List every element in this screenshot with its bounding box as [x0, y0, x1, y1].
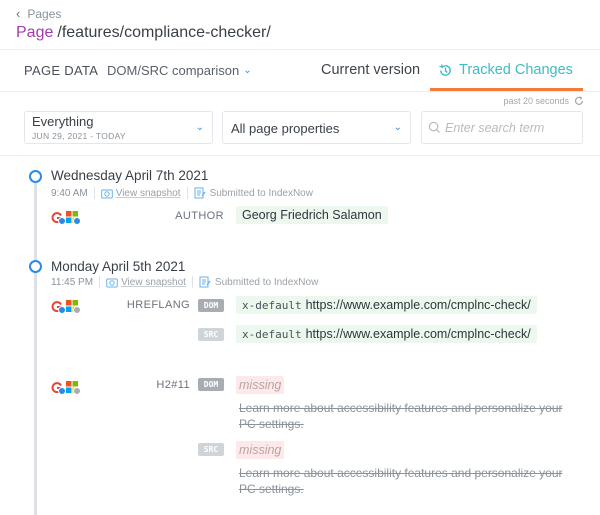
entry-date: Wednesday April 7th 2021	[51, 168, 209, 183]
property-name: AUTHOR	[175, 210, 224, 222]
hreflang-code: x-default	[242, 299, 302, 312]
src-tag: SRC	[198, 328, 224, 341]
indexnow-status: Submitted to IndexNow	[214, 276, 319, 288]
property-name: H2#11	[156, 379, 190, 391]
mode-dropdown[interactable]: DOM/SRC comparison ⌄	[107, 63, 252, 78]
page-title-prefix: Page	[16, 24, 54, 41]
check-badge-icon	[58, 217, 66, 225]
tab-tracked-label: Tracked Changes	[459, 62, 573, 78]
missing-value: missing	[236, 376, 285, 394]
timeline-dot	[29, 260, 42, 273]
pending-badge-icon	[73, 387, 81, 395]
date-range-value: Everything	[32, 114, 94, 129]
dom-tag: DOM	[198, 378, 224, 391]
entry-meta: 9:40 AM View snapshot Submitted to Index…	[51, 187, 313, 199]
refresh-status[interactable]: past 20 seconds	[503, 96, 584, 106]
properties-select[interactable]: All page properties ⌄	[222, 111, 411, 144]
indexnow-icon	[194, 187, 206, 199]
date-range-sub: JUN 29, 2021 - TODAY	[32, 131, 126, 141]
check-badge-icon	[58, 387, 66, 395]
bing-icon	[66, 380, 81, 395]
google-icon	[51, 210, 66, 225]
google-icon	[51, 380, 66, 395]
bing-icon	[66, 299, 81, 314]
timeline-track	[34, 180, 37, 515]
google-icon	[51, 299, 66, 314]
camera-icon	[100, 189, 113, 198]
indexnow-status: Submitted to IndexNow	[209, 187, 313, 199]
history-icon	[439, 63, 451, 76]
hreflang-url: https://www.example.com/cmplnc-check/	[305, 298, 531, 312]
chevron-down-icon: ⌄	[195, 122, 204, 133]
mode-label: DOM/SRC comparison	[107, 63, 240, 78]
view-snapshot-link[interactable]: View snapshot	[116, 188, 181, 199]
entry-time: 9:40 AM	[51, 187, 88, 199]
search-placeholder: Enter search term	[445, 121, 545, 135]
timeline-dot	[29, 170, 42, 183]
refresh-icon	[574, 96, 584, 105]
hreflang-url: https://www.example.com/cmplnc-check/	[305, 327, 531, 341]
search-engine-status	[51, 210, 81, 225]
section-label: PAGE DATA	[24, 63, 99, 78]
bing-icon	[66, 210, 81, 225]
search-engine-status	[51, 299, 81, 314]
entry-meta: 11:45 PM View snapshot Submitted to Inde…	[51, 276, 318, 288]
dom-tag: DOM	[198, 299, 224, 312]
chevron-left-icon: ‹	[16, 6, 21, 21]
check-badge-icon	[58, 306, 66, 314]
tab-current-version[interactable]: Current version	[321, 62, 420, 78]
hreflang-code: x-default	[242, 328, 302, 341]
divider	[0, 91, 600, 92]
check-badge-icon	[73, 217, 81, 225]
refresh-label: past 20 seconds	[503, 96, 569, 106]
divider	[0, 155, 600, 156]
back-label: Pages	[27, 6, 62, 21]
search-input[interactable]: Enter search term	[421, 111, 583, 144]
properties-value: All page properties	[231, 121, 340, 136]
entry-date: Monday April 5th 2021	[51, 259, 186, 274]
removed-value: Learn more about accessibility features …	[239, 401, 563, 431]
search-engine-status	[51, 380, 81, 395]
divider	[0, 49, 600, 50]
search-icon	[428, 121, 441, 134]
view-snapshot-link[interactable]: View snapshot	[121, 277, 186, 288]
src-tag: SRC	[198, 443, 224, 456]
property-value: Georg Friedrich Salamon	[236, 206, 388, 224]
src-value: x-default https://www.example.com/cmplnc-…	[236, 325, 537, 343]
property-name: HREFLANG	[126, 299, 190, 311]
back-to-pages-link[interactable]: ‹ Pages	[16, 6, 61, 21]
indexnow-icon	[199, 276, 211, 288]
dom-value: x-default https://www.example.com/cmplnc-…	[236, 296, 537, 314]
missing-value: missing	[236, 441, 285, 459]
date-range-select[interactable]: Everything JUN 29, 2021 - TODAY ⌄	[24, 111, 213, 144]
chevron-down-icon: ⌄	[243, 65, 252, 76]
pending-badge-icon	[73, 306, 81, 314]
camera-icon	[106, 278, 118, 287]
removed-value: Learn more about accessibility features …	[239, 466, 563, 496]
page-path: /features/compliance-checker/	[57, 24, 271, 41]
entry-time: 11:45 PM	[51, 276, 94, 288]
tab-tracked-changes[interactable]: Tracked Changes	[438, 62, 573, 78]
chevron-down-icon: ⌄	[393, 122, 402, 133]
page-title: Page/features/compliance-checker/	[16, 24, 271, 42]
